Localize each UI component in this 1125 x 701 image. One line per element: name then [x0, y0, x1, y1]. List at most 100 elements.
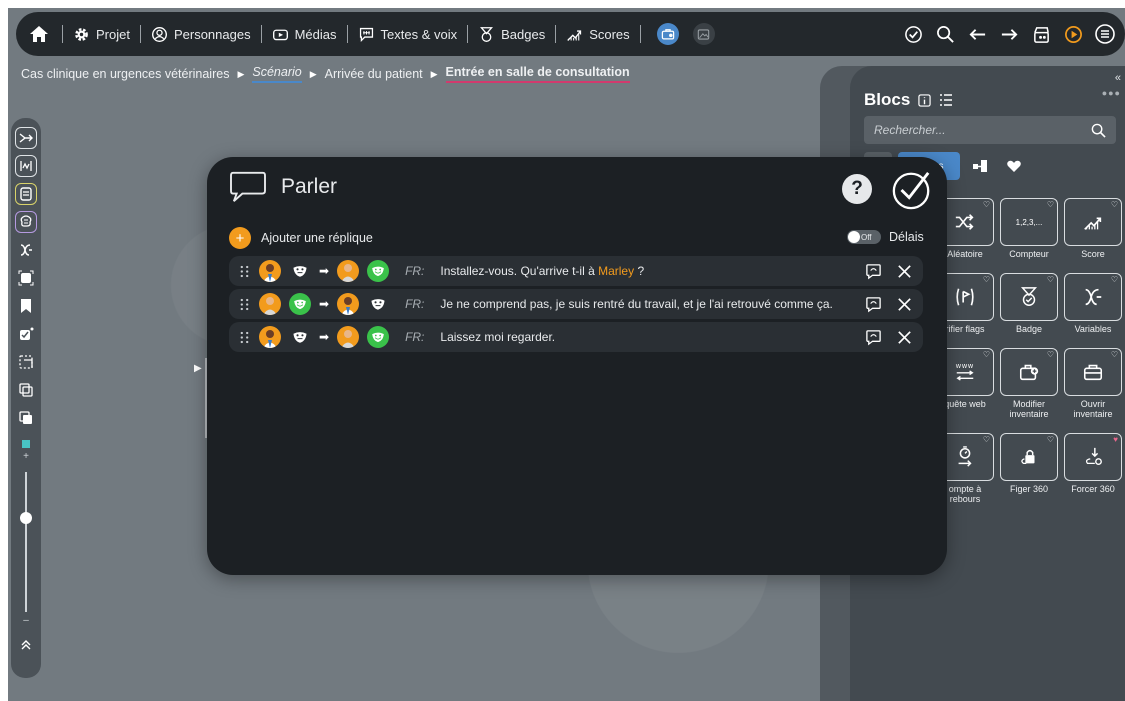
arrow-right-icon[interactable]: [999, 24, 1019, 44]
voice-bubble-icon[interactable]: [865, 329, 882, 346]
tool-brain[interactable]: [15, 211, 37, 233]
block-search[interactable]: [864, 116, 1116, 144]
tool-bookmark[interactable]: [15, 295, 37, 317]
tool-connect[interactable]: [15, 127, 37, 149]
search-icon[interactable]: [935, 24, 955, 44]
tool-paste[interactable]: [15, 407, 37, 429]
mood-happy-icon[interactable]: [289, 293, 311, 315]
home-icon[interactable]: [26, 21, 52, 47]
mood-happy-icon[interactable]: [367, 260, 390, 282]
image-view-button[interactable]: [692, 23, 715, 45]
voice-bubble-icon[interactable]: [865, 263, 882, 280]
panel-handle-icon[interactable]: ●●●: [1102, 88, 1121, 98]
category-tab-favorites[interactable]: [1000, 152, 1028, 180]
line-text[interactable]: Installez-vous. Qu'arrive t-il à Marley …: [440, 264, 865, 278]
zoom-slider[interactable]: + –: [15, 440, 37, 659]
close-icon[interactable]: [896, 296, 913, 313]
block-compteur[interactable]: ♡ 1,2,3,... Compteur: [1000, 198, 1058, 259]
speaker-avatar-owner[interactable]: [259, 293, 281, 315]
favorite-icon[interactable]: ♡: [983, 435, 990, 444]
block-figer-360[interactable]: ♡ Figer 360: [1000, 433, 1058, 504]
favorite-icon[interactable]: ♡: [983, 200, 990, 209]
clapperboard-icon[interactable]: [1031, 24, 1051, 44]
dialogue-line[interactable]: ➡ FR: Installez-vous. Qu'arrive t-il à M…: [229, 256, 923, 286]
list-view-icon[interactable]: [939, 93, 953, 107]
breadcrumb-scenario[interactable]: Scénario: [252, 65, 302, 83]
confirm-button[interactable]: [891, 169, 933, 211]
favorite-icon[interactable]: ♡: [1111, 275, 1118, 284]
block-label: Forcer 360: [1071, 484, 1115, 494]
listener-avatar-vet[interactable]: [337, 293, 360, 315]
tool-copy[interactable]: [15, 379, 37, 401]
tool-frame[interactable]: [15, 267, 37, 289]
block-badge[interactable]: ♡ Badge: [1000, 273, 1058, 334]
scene-editor-button[interactable]: [656, 23, 679, 45]
favorite-icon[interactable]: ♡: [1047, 200, 1054, 209]
mood-neutral-icon[interactable]: [289, 326, 311, 348]
block-search-input[interactable]: [874, 123, 1091, 137]
tool-check-drag[interactable]: [15, 323, 37, 345]
block-score[interactable]: ♡ Score: [1064, 198, 1122, 259]
expand-arrow-icon[interactable]: ▶: [194, 363, 202, 374]
search-icon[interactable]: [1091, 123, 1106, 138]
tool-select[interactable]: [15, 351, 37, 373]
favorite-icon[interactable]: ♥: [1113, 435, 1118, 444]
listener-avatar-owner[interactable]: [337, 260, 360, 282]
speaker-avatar-vet[interactable]: [259, 326, 281, 348]
mood-happy-icon[interactable]: [367, 326, 390, 348]
tool-dialogue[interactable]: [15, 183, 37, 205]
delay-switch[interactable]: Off: [847, 230, 881, 244]
add-line-button[interactable]: + Ajouter une réplique: [229, 227, 373, 249]
voice-bubble-icon[interactable]: [865, 296, 882, 313]
counter-icon: 1,2,3,...: [1015, 217, 1043, 227]
tool-variable[interactable]: [15, 239, 37, 261]
line-text[interactable]: Laissez moi regarder.: [440, 330, 865, 344]
delay-toggle[interactable]: Off Délais: [847, 230, 924, 244]
dialogue-line[interactable]: ➡ FR: Laissez moi regarder.: [229, 322, 923, 352]
menu-scores[interactable]: Scores: [566, 26, 630, 43]
info-icon[interactable]: [918, 93, 931, 107]
zoom-knob[interactable]: [20, 512, 32, 524]
favorite-icon[interactable]: ♡: [1047, 350, 1054, 359]
zoom-plus-icon[interactable]: +: [23, 452, 29, 462]
menu-textes-voix[interactable]: Textes & voix: [358, 26, 457, 43]
collapse-panel-icon[interactable]: «: [1115, 72, 1121, 84]
zoom-track[interactable]: [20, 472, 32, 612]
zoom-minus-icon[interactable]: –: [23, 616, 29, 626]
favorite-icon[interactable]: ♡: [1047, 275, 1054, 284]
drag-handle-icon[interactable]: [237, 331, 251, 344]
breadcrumb-step[interactable]: Arrivée du patient: [325, 67, 423, 81]
block-variables[interactable]: ♡ Variables: [1064, 273, 1122, 334]
block-modifier-inventaire[interactable]: ♡ Modifier inventaire: [1000, 348, 1058, 419]
favorite-icon[interactable]: ♡: [983, 350, 990, 359]
menu-projet[interactable]: Projet: [73, 26, 130, 43]
validate-icon[interactable]: [903, 24, 923, 44]
close-icon[interactable]: [896, 263, 913, 280]
arrow-left-icon[interactable]: [967, 24, 987, 44]
tool-condition[interactable]: [15, 155, 37, 177]
drag-handle-icon[interactable]: [237, 265, 251, 278]
line-text[interactable]: Je ne comprend pas, je suis rentré du tr…: [440, 297, 865, 311]
block-forcer-360[interactable]: ♥ Forcer 360: [1064, 433, 1122, 504]
breadcrumb-root[interactable]: Cas clinique en urgences vétérinaires: [21, 67, 229, 81]
close-icon[interactable]: [896, 329, 913, 346]
menu-badges[interactable]: Badges: [478, 26, 545, 43]
block-ouvrir-inventaire[interactable]: ♡ Ouvrir inventaire: [1064, 348, 1122, 419]
dialogue-line[interactable]: ➡ FR: Je ne comprend pas, je suis rentré…: [229, 289, 923, 319]
menu-personnages[interactable]: Personnages: [151, 26, 251, 43]
menu-medias[interactable]: Médias: [272, 26, 337, 43]
favorite-icon[interactable]: ♡: [1111, 200, 1118, 209]
listener-avatar-owner[interactable]: [337, 326, 360, 348]
speaker-avatar-vet[interactable]: [259, 260, 281, 282]
favorite-icon[interactable]: ♡: [983, 275, 990, 284]
mood-neutral-icon[interactable]: [367, 293, 389, 315]
play-icon[interactable]: [1063, 24, 1083, 44]
drag-handle-icon[interactable]: [237, 298, 251, 311]
mood-neutral-icon[interactable]: [289, 260, 311, 282]
help-button[interactable]: ?: [842, 174, 872, 204]
category-tab-flow[interactable]: [966, 152, 994, 180]
collapse-toolbar[interactable]: [15, 634, 37, 656]
menu-icon[interactable]: [1095, 24, 1115, 44]
favorite-icon[interactable]: ♡: [1111, 350, 1118, 359]
favorite-icon[interactable]: ♡: [1047, 435, 1054, 444]
